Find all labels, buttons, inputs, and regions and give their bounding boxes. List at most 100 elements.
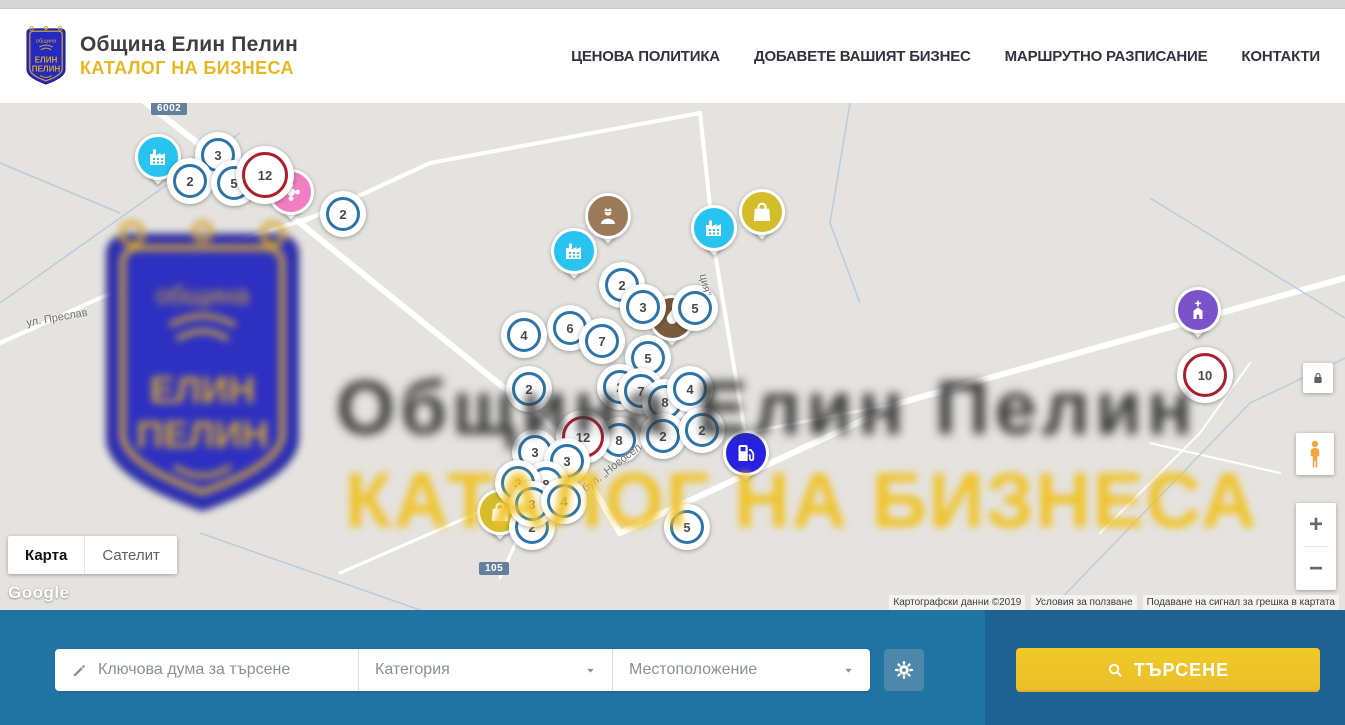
- factory-icon: [562, 239, 586, 263]
- cluster-count: 4: [686, 382, 693, 397]
- location-select[interactable]: Местоположение: [613, 661, 870, 679]
- map-cluster[interactable]: 2: [320, 191, 366, 237]
- location-placeholder: Местоположение: [629, 661, 757, 679]
- map-cluster[interactable]: 12: [236, 146, 294, 204]
- chevron-down-icon: [585, 665, 596, 676]
- cluster-count: 3: [528, 497, 535, 512]
- map[interactable]: 3251222356475227848122233832345106002105…: [0, 103, 1345, 610]
- map-type-control: Карта Сателит: [8, 536, 177, 574]
- search-button[interactable]: ТЪРСЕНЕ: [1016, 648, 1320, 692]
- factory-icon: [146, 145, 170, 169]
- fuel-icon: [734, 441, 758, 465]
- bag-icon: [750, 200, 774, 224]
- map-cluster[interactable]: 4: [667, 366, 713, 412]
- cluster-count: 2: [525, 382, 532, 397]
- zoom-out-button[interactable]: −: [1296, 547, 1336, 590]
- cluster-count: 2: [618, 278, 625, 293]
- top-strip: [0, 0, 1345, 9]
- zoom-control: + −: [1296, 503, 1336, 590]
- search-fields: Категория Местоположение: [55, 649, 870, 691]
- municipality-crest-logo: община ЕЛИН ПЕЛИН: [22, 26, 70, 86]
- cluster-count: 6: [566, 321, 573, 336]
- map-cluster[interactable]: 7: [579, 318, 625, 364]
- church-icon: [1186, 298, 1210, 322]
- road-shield-label: 6002: [151, 103, 187, 115]
- worker-icon: [596, 204, 620, 228]
- nav-route-schedule[interactable]: МАРШРУТНО РАЗПИСАНИЕ: [1005, 48, 1208, 65]
- search-icon: [1107, 662, 1124, 679]
- crest-line2: ЕЛИН: [35, 56, 58, 65]
- road-shield-label: 105: [479, 562, 509, 575]
- cluster-count: 7: [598, 334, 605, 349]
- page: община ЕЛИН ПЕЛИН Община Елин Пелин КАТА…: [0, 0, 1345, 725]
- map-cluster[interactable]: 2: [506, 366, 552, 412]
- map-markers: 3251222356475227848122233832345106002105…: [0, 103, 1345, 610]
- cluster-count: 5: [644, 351, 651, 366]
- factory-pin[interactable]: [551, 228, 597, 284]
- cluster-count: 2: [186, 174, 193, 189]
- map-cluster[interactable]: 4: [501, 312, 547, 358]
- attribution-terms-link[interactable]: Условия за ползване: [1031, 595, 1136, 610]
- map-cluster[interactable]: 3: [620, 284, 666, 330]
- cluster-count: 3: [639, 300, 646, 315]
- map-cluster[interactable]: 10: [1177, 347, 1233, 403]
- pin-circle: [723, 430, 769, 476]
- google-logo[interactable]: Google: [8, 583, 70, 603]
- site-logo[interactable]: община ЕЛИН ПЕЛИН Община Елин Пелин КАТА…: [22, 26, 298, 86]
- factory-pin[interactable]: [691, 205, 737, 261]
- map-cluster[interactable]: 2: [167, 158, 213, 204]
- category-select[interactable]: Категория: [359, 661, 612, 679]
- bag-pin[interactable]: [739, 189, 785, 245]
- header: община ЕЛИН ПЕЛИН Община Елин Пелин КАТА…: [0, 9, 1345, 103]
- category-placeholder: Категория: [375, 661, 450, 679]
- cluster-count: 2: [698, 423, 705, 438]
- cluster-count: 5: [691, 301, 698, 316]
- search-button-label: ТЪРСЕНЕ: [1134, 660, 1229, 681]
- cluster-count: 3: [531, 445, 538, 460]
- map-cluster[interactable]: 2: [679, 407, 725, 453]
- crest-line3: ПЕЛИН: [32, 65, 61, 74]
- factory-icon: [702, 216, 726, 240]
- map-attribution: Картографски данни ©2019 Условия за полз…: [889, 595, 1339, 610]
- keyword-input[interactable]: [98, 661, 358, 679]
- nav-add-business[interactable]: ДОБАВЕТЕ ВАШИЯТ БИЗНЕС: [754, 48, 971, 65]
- map-type-satellite-button[interactable]: Сателит: [84, 536, 177, 574]
- zoom-in-button[interactable]: +: [1296, 503, 1336, 546]
- cluster-count: 12: [258, 168, 272, 183]
- lock-icon: [1310, 370, 1326, 386]
- cluster-count: 10: [1198, 368, 1212, 383]
- main-nav: ЦЕНОВА ПОЛИТИКА ДОБАВЕТЕ ВАШИЯТ БИЗНЕС М…: [571, 9, 1320, 103]
- search-bar: Категория Местоположение ТЪРСЕНЕ: [0, 610, 1345, 725]
- location-select-wrap: Местоположение: [612, 649, 870, 691]
- map-type-map-button[interactable]: Карта: [8, 536, 84, 574]
- cluster-count: 4: [520, 328, 527, 343]
- cluster-count: 2: [339, 207, 346, 222]
- pencil-icon: [71, 662, 88, 679]
- crest-line1: община: [36, 39, 57, 45]
- fuel-pin[interactable]: [723, 430, 769, 486]
- gear-icon: [893, 659, 915, 681]
- church-pin[interactable]: [1175, 287, 1221, 343]
- pegman-icon: [1303, 439, 1327, 469]
- cluster-count: 5: [683, 520, 690, 535]
- keyword-field-wrap: [55, 649, 358, 691]
- pin-circle: [739, 189, 785, 235]
- attribution-report-link[interactable]: Подаване на сигнал за грешка в картата: [1143, 595, 1339, 610]
- chevron-down-icon: [843, 665, 854, 676]
- lock-button[interactable]: [1303, 363, 1333, 393]
- nav-contacts[interactable]: КОНТАКТИ: [1241, 48, 1320, 65]
- pin-circle: [551, 228, 597, 274]
- pin-circle: [1175, 287, 1221, 333]
- cluster-count: 3: [563, 454, 570, 469]
- advanced-settings-button[interactable]: [884, 649, 924, 691]
- site-title: Община Елин Пелин: [80, 33, 298, 57]
- map-cluster[interactable]: 5: [664, 504, 710, 550]
- pegman-button[interactable]: [1296, 433, 1334, 475]
- street-label: ул. Преслав: [26, 307, 89, 330]
- cluster-count: 4: [560, 494, 567, 509]
- pin-circle: [691, 205, 737, 251]
- cluster-count: 2: [659, 429, 666, 444]
- site-subtitle: КАТАЛОГ НА БИЗНЕСА: [80, 58, 298, 79]
- cluster-count: 3: [214, 148, 221, 163]
- nav-pricing[interactable]: ЦЕНОВА ПОЛИТИКА: [571, 48, 720, 65]
